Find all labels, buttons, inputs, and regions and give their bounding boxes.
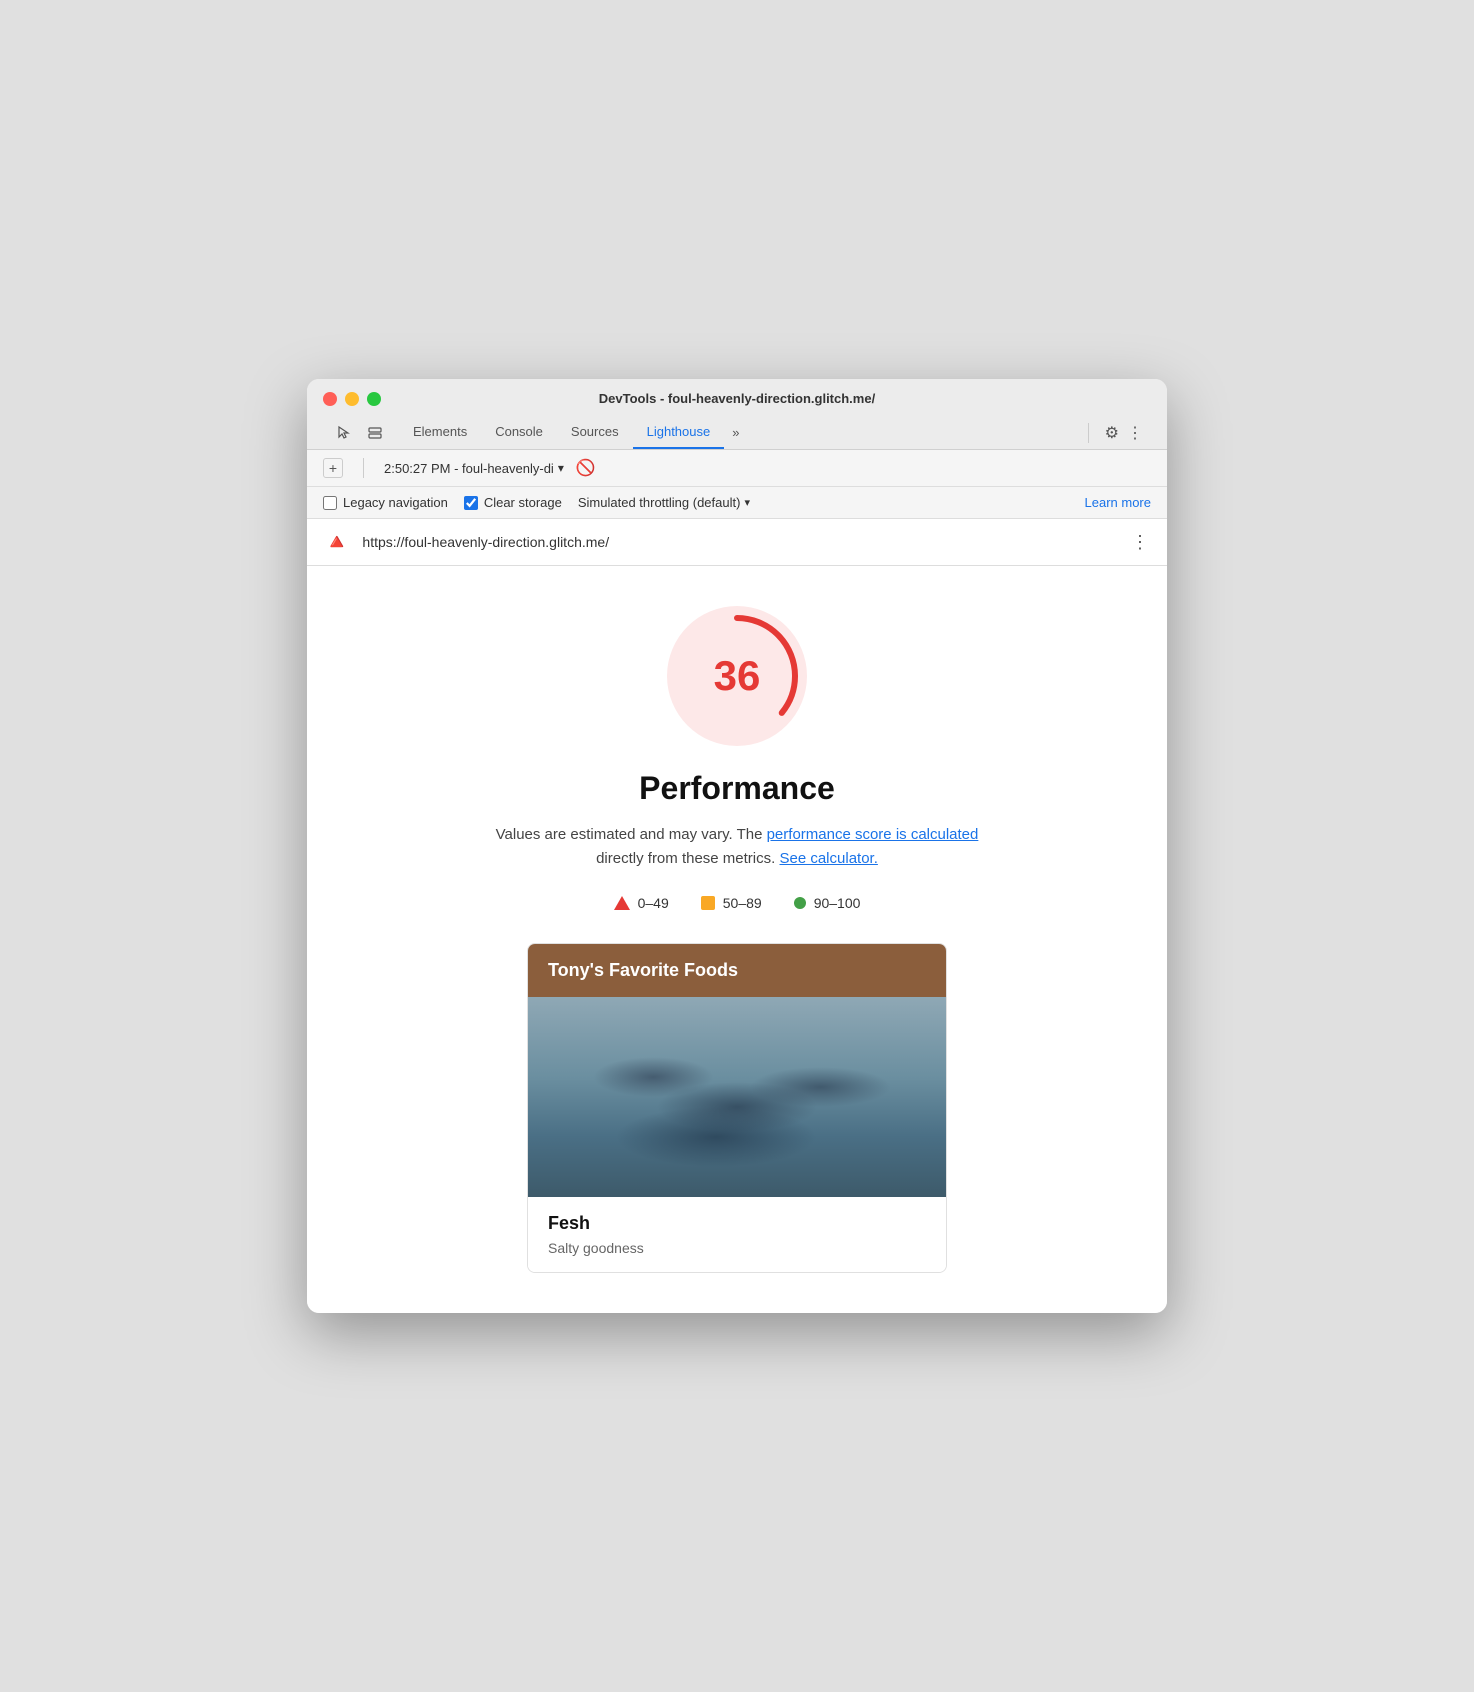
throttling-label: Simulated throttling (default) <box>578 495 741 510</box>
calculator-link[interactable]: See calculator. <box>779 850 877 867</box>
throttling-selector[interactable]: Simulated throttling (default) ▾ <box>578 495 750 510</box>
desc-text: Values are estimated and may vary. The <box>496 826 767 843</box>
legacy-nav-option[interactable]: Legacy navigation <box>323 495 448 510</box>
legend-range-orange: 50–89 <box>723 895 762 911</box>
legend-item-orange: 50–89 <box>701 895 762 911</box>
red-triangle-icon <box>614 896 630 910</box>
more-tabs-button[interactable]: » <box>724 417 747 448</box>
add-session-button[interactable]: + <box>323 458 343 478</box>
throttling-arrow: ▾ <box>744 496 750 509</box>
options-row: Legacy navigation Clear storage Simulate… <box>307 487 1167 519</box>
card-image <box>528 997 946 1197</box>
minimize-button[interactable] <box>345 392 359 406</box>
session-dropdown-arrow: ▾ <box>558 461 564 475</box>
session-time: 2:50:27 PM - foul-heavenly-di <box>384 461 554 476</box>
cursor-icon[interactable] <box>331 421 355 445</box>
divider <box>1088 423 1089 443</box>
session-selector[interactable]: 2:50:27 PM - foul-heavenly-di ▾ <box>384 461 564 476</box>
mid-text: directly from these metrics. <box>596 850 779 867</box>
card-item-desc: Salty goodness <box>548 1240 926 1256</box>
devtools-menu-icon[interactable]: ⋮ <box>1127 423 1143 443</box>
clear-storage-checkbox[interactable] <box>464 496 478 510</box>
legend-item-red: 0–49 <box>614 895 669 911</box>
legacy-nav-label: Legacy navigation <box>343 495 448 510</box>
devtools-icons <box>331 421 387 445</box>
devtools-tab-bar: Elements Console Sources Lighthouse » ⚙ … <box>323 416 1151 449</box>
devtools-right-icons: ⚙ ⋮ <box>1080 423 1143 443</box>
orange-square-icon <box>701 896 715 910</box>
clear-storage-label: Clear storage <box>484 495 562 510</box>
legend-item-green: 90–100 <box>794 895 861 911</box>
site-card: Tony's Favorite Foods Fesh Salty goodnes… <box>527 943 947 1273</box>
card-site-title: Tony's Favorite Foods <box>548 960 926 981</box>
performance-title: Performance <box>639 770 835 807</box>
tab-console[interactable]: Console <box>481 416 557 449</box>
window-title: DevTools - foul-heavenly-direction.glitc… <box>599 391 875 406</box>
card-item-title: Fesh <box>548 1213 926 1234</box>
fish-photo <box>528 997 946 1197</box>
maximize-button[interactable] <box>367 392 381 406</box>
title-bar: DevTools - foul-heavenly-direction.glitc… <box>307 379 1167 450</box>
url-menu-icon[interactable]: ⋮ <box>1131 532 1151 553</box>
score-legend: 0–49 50–89 90–100 <box>614 895 861 911</box>
legacy-nav-checkbox[interactable] <box>323 496 337 510</box>
clear-storage-option[interactable]: Clear storage <box>464 495 562 510</box>
page-url: https://foul-heavenly-direction.glitch.m… <box>362 534 1119 550</box>
tab-elements[interactable]: Elements <box>399 416 481 449</box>
url-bar: 🔺 https://foul-heavenly-direction.glitch… <box>307 519 1167 566</box>
lighthouse-icon: 🔺 <box>323 529 350 555</box>
learn-more-link[interactable]: Learn more <box>1085 495 1151 510</box>
legend-range-green: 90–100 <box>814 895 861 911</box>
card-header: Tony's Favorite Foods <box>528 944 946 997</box>
devtools-toolbar: + 2:50:27 PM - foul-heavenly-di ▾ 🚫 <box>307 450 1167 487</box>
perf-score-link[interactable]: performance score is calculated <box>767 826 979 843</box>
score-circle-container: 36 <box>667 606 807 746</box>
tab-lighthouse[interactable]: Lighthouse <box>633 416 725 449</box>
close-button[interactable] <box>323 392 337 406</box>
traffic-lights <box>323 392 381 406</box>
card-body: Fesh Salty goodness <box>528 1197 946 1272</box>
performance-description: Values are estimated and may vary. The p… <box>477 823 997 871</box>
toolbar-divider <box>363 458 364 478</box>
no-entry-icon[interactable]: 🚫 <box>576 458 596 478</box>
green-circle-icon <box>794 897 806 909</box>
browser-window: DevTools - foul-heavenly-direction.glitc… <box>307 379 1167 1313</box>
layers-icon[interactable] <box>363 421 387 445</box>
main-content: 36 Performance Values are estimated and … <box>307 566 1167 1313</box>
settings-icon[interactable]: ⚙ <box>1105 423 1119 443</box>
tab-sources[interactable]: Sources <box>557 416 633 449</box>
performance-score: 36 <box>714 652 761 700</box>
legend-range-red: 0–49 <box>638 895 669 911</box>
